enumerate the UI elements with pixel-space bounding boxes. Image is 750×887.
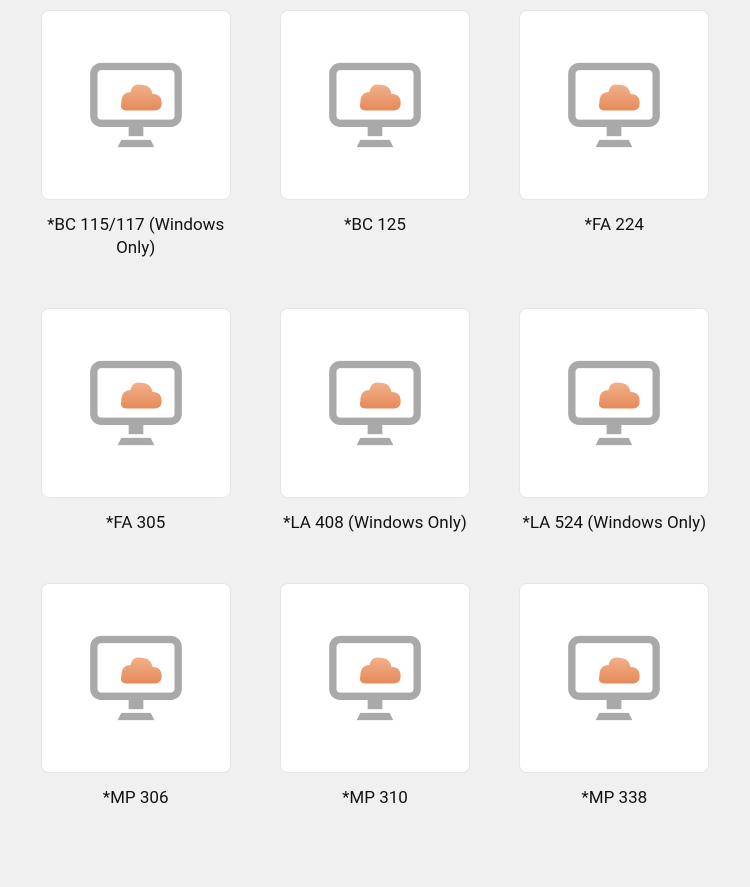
lab-card[interactable] — [280, 308, 470, 498]
lab-label: *LA 408 (Windows Only) — [283, 512, 467, 535]
lab-card[interactable] — [280, 583, 470, 773]
lab-item: *LA 408 (Windows Only) — [279, 308, 470, 535]
cloud-monitor-icon — [81, 623, 191, 733]
lab-label: *MP 338 — [581, 787, 647, 810]
lab-card[interactable] — [41, 308, 231, 498]
lab-item: *LA 524 (Windows Only) — [519, 308, 710, 535]
cloud-monitor-icon — [320, 623, 430, 733]
lab-label: *BC 125 — [344, 214, 406, 237]
cloud-monitor-icon — [559, 623, 669, 733]
lab-label: *MP 310 — [342, 787, 408, 810]
lab-card[interactable] — [280, 10, 470, 200]
lab-card[interactable] — [519, 583, 709, 773]
lab-item: *FA 224 — [519, 10, 710, 260]
cloud-monitor-icon — [559, 348, 669, 458]
lab-card[interactable] — [41, 10, 231, 200]
cloud-monitor-icon — [559, 50, 669, 160]
cloud-monitor-icon — [81, 348, 191, 458]
lab-label: *FA 224 — [585, 214, 644, 237]
lab-item: *BC 115/117 (Windows Only) — [40, 10, 231, 260]
cloud-monitor-icon — [81, 50, 191, 160]
lab-card[interactable] — [519, 10, 709, 200]
lab-label: *MP 306 — [103, 787, 169, 810]
cloud-monitor-icon — [320, 50, 430, 160]
lab-grid: *BC 115/117 (Windows Only) — [0, 0, 750, 830]
lab-item: *MP 310 — [279, 583, 470, 810]
lab-item: *FA 305 — [40, 308, 231, 535]
lab-item: *MP 306 — [40, 583, 231, 810]
cloud-monitor-icon — [320, 348, 430, 458]
lab-card[interactable] — [41, 583, 231, 773]
lab-card[interactable] — [519, 308, 709, 498]
lab-item: *BC 125 — [279, 10, 470, 260]
lab-item: *MP 338 — [519, 583, 710, 810]
lab-label: *FA 305 — [106, 512, 165, 535]
lab-label: *LA 524 (Windows Only) — [523, 512, 707, 535]
lab-label: *BC 115/117 (Windows Only) — [40, 214, 231, 260]
